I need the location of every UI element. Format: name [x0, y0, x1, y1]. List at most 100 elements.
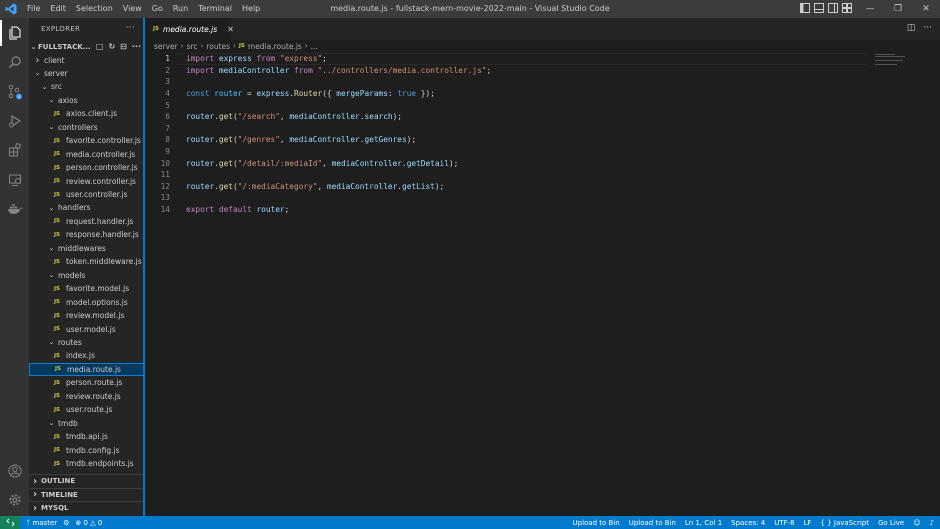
- breadcrumb-item[interactable]: media.route.js: [248, 42, 302, 51]
- folder-models[interactable]: ⌄ models: [29, 269, 145, 282]
- file-review-model-js[interactable]: JS review.model.js: [29, 309, 145, 322]
- split-editor-icon[interactable]: ◫: [907, 23, 916, 33]
- file-response-handler-js[interactable]: JS response.handler.js: [29, 228, 145, 241]
- file-person-controller-js[interactable]: JS person.controller.js: [29, 161, 145, 174]
- file-request-handler-js[interactable]: JS request.handler.js: [29, 215, 145, 228]
- folder-server[interactable]: ⌄ server: [29, 67, 145, 80]
- file-review-route-js[interactable]: JS review.route.js: [29, 390, 145, 403]
- file-review-controller-js[interactable]: JS review.controller.js: [29, 175, 145, 188]
- menu-go[interactable]: Go: [147, 0, 168, 18]
- code-line[interactable]: 7: [145, 123, 865, 135]
- code-line[interactable]: 8 router.get("/genres", mediaController.g…: [145, 134, 865, 146]
- sync-icon[interactable]: ⚙: [63, 519, 69, 527]
- feedback-icon[interactable]: ☺: [913, 519, 920, 527]
- code-line[interactable]: 2 import mediaController from "../control…: [145, 65, 865, 77]
- close-window-icon[interactable]: ✕: [912, 0, 940, 18]
- section-mysql[interactable]: › MYSQL: [29, 501, 145, 514]
- file-media-controller-js[interactable]: JS media.controller.js: [29, 148, 145, 161]
- run-debug-icon[interactable]: [0, 108, 29, 134]
- file-media-route-js[interactable]: JS media.route.js: [29, 362, 145, 376]
- minimize-icon[interactable]: —: [856, 0, 884, 18]
- section-timeline[interactable]: › TIMELINE: [29, 487, 145, 501]
- refresh-icon[interactable]: ↻: [108, 42, 115, 51]
- minimap[interactable]: [875, 54, 907, 68]
- menu-view[interactable]: View: [118, 0, 147, 18]
- file-favorite-controller-js[interactable]: JS favorite.controller.js: [29, 134, 145, 147]
- accounts-icon[interactable]: [0, 458, 29, 484]
- source-control-icon[interactable]: [0, 79, 29, 105]
- code-line[interactable]: 12 router.get("/:mediaCategory", mediaCon…: [145, 181, 865, 193]
- status-go-live-7[interactable]: Go Live: [878, 519, 904, 527]
- status-javascript-6[interactable]: { } JavaScript: [821, 519, 869, 527]
- breadcrumb-item[interactable]: ...: [311, 42, 318, 51]
- file-user-controller-js[interactable]: JS user.controller.js: [29, 188, 145, 201]
- file-favorite-model-js[interactable]: JS favorite.model.js: [29, 282, 145, 295]
- toggle-panel-icon[interactable]: [814, 3, 824, 13]
- status-upload-to-bin-1[interactable]: Upload to Bin: [629, 519, 676, 527]
- code-line[interactable]: 13: [145, 192, 865, 204]
- extensions-icon[interactable]: [0, 137, 29, 163]
- code-line[interactable]: 11: [145, 169, 865, 181]
- notifications-bell-icon[interactable]: ♪: [930, 519, 934, 527]
- code-line[interactable]: 5: [145, 99, 865, 111]
- status-lf-5[interactable]: LF: [804, 519, 812, 527]
- menu-selection[interactable]: Selection: [71, 0, 118, 18]
- new-file-icon[interactable]: □: [96, 42, 104, 51]
- status-spaces-4-3[interactable]: Spaces: 4: [731, 519, 765, 527]
- file-person-route-js[interactable]: JS person.route.js: [29, 376, 145, 389]
- file-user-model-js[interactable]: JS user.model.js: [29, 323, 145, 336]
- remote-explorer-icon[interactable]: [0, 167, 29, 193]
- file-token-middleware-js[interactable]: JS token.middleware.js: [29, 255, 145, 268]
- file-axios-client-js[interactable]: JS axios.client.js: [29, 107, 145, 120]
- file-user-route-js[interactable]: JS user.route.js: [29, 403, 145, 416]
- more-actions-icon[interactable]: ···: [132, 42, 141, 51]
- status-upload-to-bin-0[interactable]: Upload to Bin: [573, 519, 620, 527]
- folder-routes[interactable]: ⌄ routes: [29, 336, 145, 349]
- folder-client[interactable]: › client: [29, 54, 145, 67]
- file-model-options-js[interactable]: JS model.options.js: [29, 296, 145, 309]
- restore-icon[interactable]: ❐: [884, 0, 912, 18]
- breadcrumb-item[interactable]: src: [187, 42, 198, 51]
- code-line[interactable]: 9: [145, 146, 865, 158]
- collapse-all-icon[interactable]: ⊟: [120, 42, 127, 51]
- code-editor[interactable]: 1 import express from "express"; 2 import m…: [145, 52, 940, 516]
- section-outline[interactable]: › OUTLINE: [29, 474, 145, 487]
- file-tmdb-api-js[interactable]: JS tmdb.api.js: [29, 430, 145, 443]
- folder-src[interactable]: ⌄ src: [29, 80, 145, 93]
- code-line[interactable]: 10 router.get("/detail/:mediaId", mediaCo…: [145, 157, 865, 169]
- file-index-js[interactable]: JS index.js: [29, 349, 145, 362]
- close-tab-icon[interactable]: ✕: [227, 25, 234, 34]
- folder-tmdb[interactable]: ⌄ tmdb: [29, 417, 145, 430]
- folder-controllers[interactable]: ⌄ controllers: [29, 121, 145, 134]
- file-tmdb-config-js[interactable]: JS tmdb.config.js: [29, 444, 145, 457]
- status-utf-8-4[interactable]: UTF-8: [774, 519, 794, 527]
- menu-edit[interactable]: Edit: [45, 0, 71, 18]
- code-line[interactable]: 14 export default router;: [145, 204, 865, 216]
- code-line[interactable]: 3: [145, 76, 865, 88]
- toggle-secondary-sidebar-icon[interactable]: [828, 3, 838, 13]
- menu-file[interactable]: File: [22, 0, 45, 18]
- branch-indicator[interactable]: ᛉ master: [26, 519, 57, 527]
- explorer-icon[interactable]: [0, 20, 29, 46]
- toggle-primary-sidebar-icon[interactable]: [800, 3, 810, 13]
- folder-middlewares[interactable]: ⌄ middlewares: [29, 242, 145, 255]
- manage-gear-icon[interactable]: [0, 487, 29, 513]
- docker-icon[interactable]: [0, 196, 29, 222]
- file-tmdb-endpoints-js[interactable]: JS tmdb.endpoints.js: [29, 457, 145, 470]
- menu-terminal[interactable]: Terminal: [193, 0, 237, 18]
- status-ln-1-col-1-2[interactable]: Ln 1, Col 1: [685, 519, 722, 527]
- problems-indicator[interactable]: ⊗ 0 △ 0: [75, 519, 102, 527]
- folder-handlers[interactable]: ⌄ handlers: [29, 201, 145, 214]
- more-actions-icon[interactable]: ···: [126, 23, 135, 33]
- menu-help[interactable]: Help: [237, 0, 265, 18]
- code-line[interactable]: 6 router.get("/search", mediaController.s…: [145, 111, 865, 123]
- breadcrumb-item[interactable]: server: [154, 42, 178, 51]
- search-icon[interactable]: [0, 49, 29, 75]
- workspace-root[interactable]: ⌄ FULLSTACK... □ ↻ ⊟ ···: [29, 40, 145, 53]
- breadcrumb-item[interactable]: routes: [206, 42, 230, 51]
- code-line[interactable]: 1 import express from "express";: [145, 53, 867, 65]
- menu-run[interactable]: Run: [168, 0, 193, 18]
- remote-indicator-icon[interactable]: [0, 516, 20, 529]
- editor-more-actions-icon[interactable]: ···: [923, 23, 932, 33]
- customize-layout-icon[interactable]: [842, 3, 852, 13]
